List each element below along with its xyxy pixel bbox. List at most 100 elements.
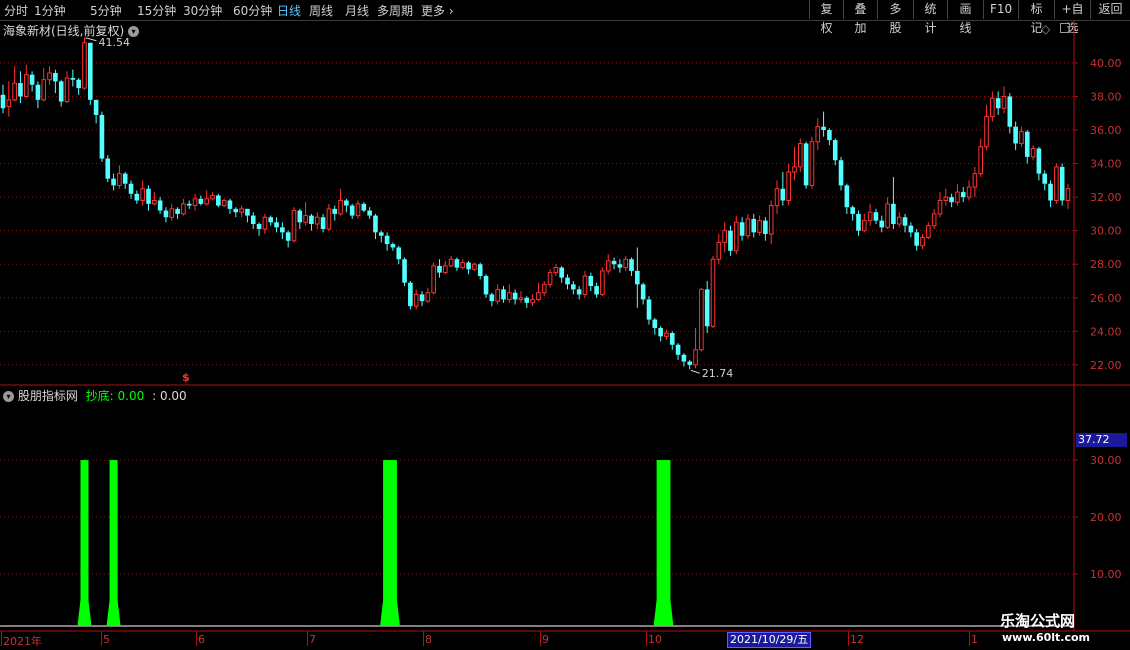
candle-body — [18, 83, 23, 97]
y-tick-label: 32.00 — [1090, 191, 1122, 204]
candle-body — [501, 289, 506, 300]
candle-body — [396, 247, 402, 260]
candle-body — [565, 277, 570, 285]
candle-body — [780, 188, 786, 201]
candle-body — [169, 208, 175, 218]
candle-body — [669, 333, 675, 345]
candle-body — [82, 42, 87, 89]
candle-body — [204, 198, 209, 205]
candle-body — [326, 208, 332, 230]
candle-body — [1059, 166, 1065, 201]
candle-body — [93, 99, 99, 115]
candle-body — [914, 232, 919, 246]
candle-body — [559, 267, 564, 278]
candle-body — [64, 77, 70, 103]
y-tick-label: 36.00 — [1090, 124, 1122, 137]
candle-body — [751, 218, 757, 233]
candle-body — [233, 208, 239, 213]
candle-body — [1048, 183, 1053, 201]
candle-body — [210, 194, 215, 200]
x-tick — [1, 631, 2, 646]
candle-body — [47, 72, 52, 81]
candle-body — [146, 188, 151, 204]
high-arrow — [85, 37, 97, 42]
candle-body — [0, 94, 6, 109]
candle-body — [990, 97, 995, 118]
candle-body — [466, 262, 471, 270]
y-tick-label: 40.00 — [1090, 57, 1122, 70]
candle-body — [221, 199, 227, 207]
x-tick-label: 7 — [309, 633, 316, 646]
candle-body — [489, 294, 495, 302]
candle-body — [873, 212, 879, 221]
candle-body — [617, 264, 623, 268]
candle-body — [571, 284, 576, 290]
candle-body — [693, 349, 698, 366]
y-tick-label: 26.00 — [1090, 292, 1122, 305]
candle-body — [384, 235, 390, 245]
candle-body — [239, 208, 244, 213]
candle-body — [757, 220, 762, 233]
x-tick — [540, 631, 541, 646]
candle-body — [792, 166, 797, 173]
candle-body — [838, 160, 844, 186]
candle-body — [245, 208, 250, 216]
candle-body — [937, 199, 943, 215]
candle-body — [553, 267, 559, 274]
candle-body — [507, 292, 512, 300]
candle-body — [745, 218, 751, 237]
high-label: 41.54 — [98, 36, 129, 49]
candle-body — [972, 173, 978, 188]
candle-body — [460, 262, 466, 269]
candle-body — [413, 293, 419, 307]
candle-body — [862, 220, 867, 232]
candle-body — [803, 143, 809, 186]
candle-body — [774, 188, 780, 207]
candle-body — [699, 288, 704, 351]
kline-chart[interactable]: 40.00 38.00 36.00 34.00 32.00 30.00 28.00 26.00… — [0, 0, 1130, 650]
candle-body — [378, 232, 384, 236]
candle-body — [268, 217, 274, 223]
candle-body — [658, 327, 663, 337]
candle-body — [809, 141, 815, 186]
candle-body — [716, 241, 722, 260]
candle-body — [582, 275, 588, 295]
candle-body — [186, 203, 192, 206]
candle-body — [675, 344, 681, 355]
candle-body — [76, 79, 81, 89]
y-tick-label: 22.00 — [1090, 359, 1122, 372]
candle-body — [1019, 131, 1024, 144]
candle-body — [285, 232, 291, 241]
candle-body — [920, 236, 925, 247]
candle-body — [58, 81, 64, 102]
candle-body — [419, 294, 425, 302]
candle-body — [291, 210, 297, 242]
candle-body — [111, 178, 116, 186]
candle-body — [885, 203, 890, 228]
candle-body — [320, 217, 326, 229]
candle-body — [1013, 126, 1018, 144]
candle-body — [227, 200, 233, 209]
y-tick-label: 38.00 — [1090, 90, 1122, 103]
candle-body — [949, 197, 954, 203]
candle-body — [12, 82, 17, 101]
candle-body — [122, 173, 128, 184]
candle-body — [373, 215, 378, 233]
candle-body — [390, 244, 396, 248]
candle-body — [367, 210, 372, 216]
candle-body — [70, 78, 76, 80]
x-tick — [307, 631, 308, 646]
candle-body — [1054, 166, 1059, 201]
candle-body — [175, 208, 180, 214]
x-tick-label: 8 — [425, 633, 432, 646]
candle-body — [856, 213, 861, 231]
candle-body — [338, 199, 343, 215]
candle-body — [821, 126, 826, 131]
candle-body — [303, 215, 308, 223]
candle-body — [891, 203, 896, 224]
candle-body — [931, 213, 937, 227]
candle-body — [541, 283, 547, 294]
low-label: 21.74 — [702, 367, 734, 380]
candle-body — [314, 216, 320, 225]
candle-body — [995, 98, 1001, 109]
